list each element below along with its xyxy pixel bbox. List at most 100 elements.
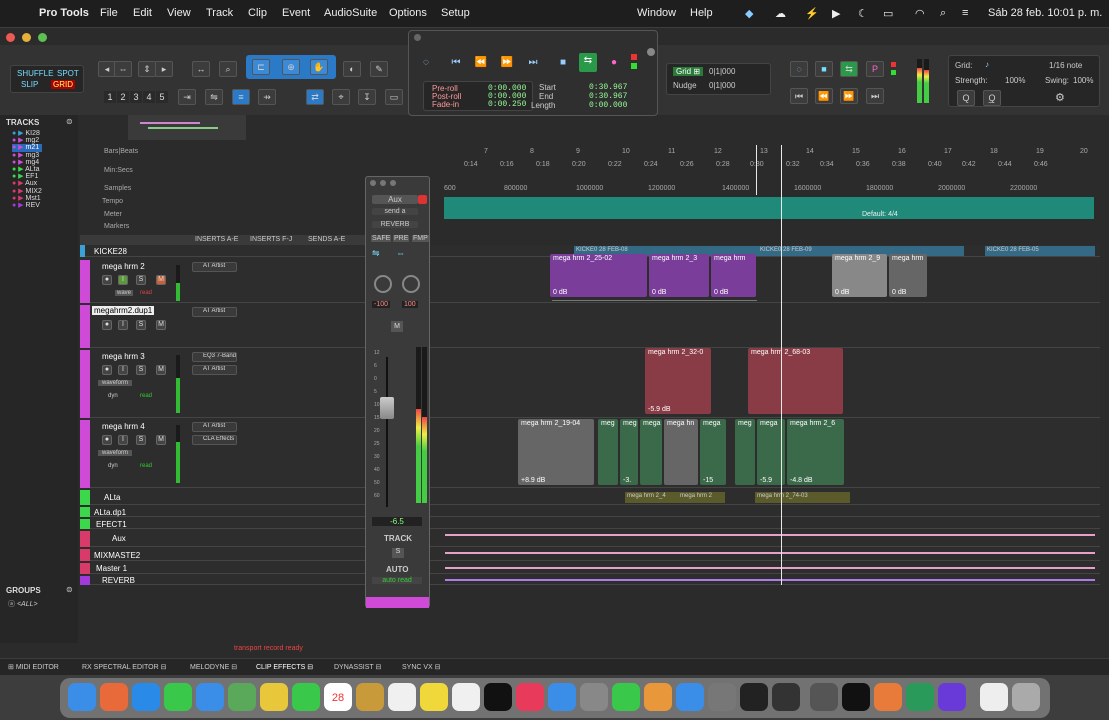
link-timeline-icon[interactable]: ⇋ [205, 89, 223, 105]
track-name[interactable]: MIXMASTE2 [94, 551, 140, 560]
send-output-selector[interactable]: REVERB [372, 221, 418, 228]
meter-ruler-label[interactable]: Meter [104, 211, 122, 218]
track-name[interactable]: mega hrm 2 [102, 262, 145, 271]
track-list-item[interactable]: ● ▶ EF1 [12, 173, 42, 180]
mirror-midi-icon[interactable]: ⇄ [306, 89, 324, 105]
fadein-value[interactable]: 0:00.250 [488, 100, 526, 109]
clip-gain[interactable]: 0 dB [835, 289, 849, 296]
maps-icon[interactable] [228, 683, 256, 711]
punch-icon[interactable]: P [866, 61, 884, 77]
solo-button[interactable]: S [136, 435, 146, 445]
zoomer-tool-icon[interactable]: ↔ [192, 61, 210, 77]
mute-button[interactable]: M [156, 320, 166, 330]
tempo-ruler-label[interactable]: Tempo [102, 198, 123, 205]
selector-tool-icon[interactable]: ⊕ [282, 59, 300, 75]
magnify-icon[interactable]: ⌕ [219, 61, 237, 77]
gear-icon[interactable]: ⚙ [1055, 91, 1065, 104]
menu-event[interactable]: Event [282, 7, 310, 19]
insert-slot[interactable]: AT Artist [192, 262, 237, 272]
clip-gain[interactable]: -5.9 dB [648, 406, 671, 413]
track-name[interactable]: mega hrm 4 [102, 422, 145, 431]
audio-clip[interactable]: meg [735, 419, 755, 485]
wifi-icon[interactable]: ◠ [915, 7, 925, 20]
clip-gain[interactable]: 0 dB [714, 289, 728, 296]
grid-value[interactable]: 1/16 note [1049, 61, 1082, 70]
zoom-toggle-icon[interactable]: ▸ [155, 61, 173, 77]
fader-value[interactable]: -6.5 [372, 517, 422, 526]
pages-icon[interactable] [644, 683, 672, 711]
transport-close-button[interactable] [414, 34, 421, 41]
track-timebase[interactable]: dyn [108, 463, 118, 469]
clip-gain[interactable]: 0 dB [553, 289, 567, 296]
reminders-icon[interactable] [388, 683, 416, 711]
shuffle-mode[interactable]: SHUFFLE [17, 69, 53, 78]
track-list-item[interactable]: ● ▶ mg4 [12, 159, 42, 166]
rtz-icon[interactable]: ⏮ [790, 88, 808, 104]
playhead-line[interactable] [781, 145, 782, 585]
solo-button[interactable]: S [136, 320, 146, 330]
automation-mode-selector[interactable]: read [140, 393, 152, 399]
loop-icon[interactable]: ◌ [790, 61, 808, 77]
grid-value-display[interactable]: 0|1|000 [709, 67, 735, 76]
track-name-editing[interactable]: megahrm2.dup1 [92, 306, 155, 315]
automation-mode-selector[interactable]: read [140, 463, 152, 469]
stop-icon[interactable]: ■ [554, 55, 572, 71]
sublime-icon[interactable] [874, 683, 902, 711]
audio-clip[interactable]: mega hrm 0 dB [711, 254, 756, 297]
creative-cloud-icon[interactable]: ☁ [775, 7, 786, 20]
battery-icon[interactable]: ▭ [883, 7, 893, 20]
universe-overview[interactable] [128, 115, 246, 140]
transport-expand-button[interactable] [647, 48, 655, 56]
nudge-label[interactable]: Nudge [673, 81, 697, 90]
zoom-preset-4[interactable]: 4 [143, 91, 155, 103]
menu-options[interactable]: Options [389, 7, 427, 19]
menu-window[interactable]: Window [637, 7, 676, 19]
menu-edit[interactable]: Edit [133, 7, 152, 19]
slip-mode[interactable]: SLIP [21, 80, 38, 89]
end-value[interactable]: 0:30.967 [589, 92, 627, 101]
track-timebase[interactable]: dyn [108, 393, 118, 399]
menu-track[interactable]: Track [206, 7, 233, 19]
automation-mode-selector[interactable]: auto read [372, 577, 422, 584]
app-store-icon[interactable] [676, 683, 704, 711]
zoom-preset-1[interactable]: 1 [104, 91, 116, 103]
record-enable-button[interactable]: ● [102, 435, 112, 445]
system-settings-icon[interactable] [708, 683, 736, 711]
audio-clip[interactable]: mega hrm 2_25-02 0 dB [550, 254, 647, 297]
menu-setup[interactable]: Setup [441, 7, 470, 19]
send-selector[interactable]: send a [372, 208, 418, 215]
tab-sync-vx[interactable]: SYNC VX ⊟ [402, 663, 441, 671]
insert-slot[interactable]: CLA Effects [192, 435, 237, 445]
markers-ruler-label[interactable]: Markers [104, 223, 129, 230]
track-list-item[interactable]: ● ▶ mg3 [12, 152, 42, 159]
stereo-link-icon[interactable]: ⇔ [396, 248, 405, 258]
clip-gain[interactable]: +8.9 dB [521, 477, 545, 484]
track-list-item[interactable]: ● ▶ m21 [12, 144, 42, 152]
trash-icon[interactable] [1012, 683, 1040, 711]
audio-clip[interactable]: mega hrm 2_3 0 dB [649, 254, 709, 297]
return-to-zero-icon[interactable]: ⏮ [447, 55, 465, 71]
close-button[interactable] [6, 33, 15, 42]
pan-right-value[interactable]: 100 [402, 301, 418, 308]
track-list-item[interactable]: ● ▶ mg2 [12, 137, 42, 144]
menu-audiosuite[interactable]: AudioSuite [324, 7, 377, 19]
spreadsheet-icon[interactable] [906, 683, 934, 711]
clip-gain[interactable]: -5.9 [760, 477, 772, 484]
photos-icon[interactable] [260, 683, 288, 711]
tv-icon[interactable] [484, 683, 512, 711]
track-name[interactable]: REVERB [102, 576, 135, 585]
launchpad-icon[interactable] [100, 683, 128, 711]
freeform-icon[interactable] [452, 683, 480, 711]
audio-clip[interactable]: mega hrm 2_68-03 [748, 348, 843, 414]
document-icon[interactable] [980, 683, 1008, 711]
track-list-item[interactable]: ● ▶ Mst1 [12, 195, 42, 202]
audio-app-icon[interactable] [740, 683, 768, 711]
audio-clip[interactable]: mega [640, 419, 662, 485]
audio-clip[interactable]: mega hrm 2_9 0 dB [832, 254, 887, 297]
mixer-minimize-button[interactable] [380, 180, 386, 186]
audio-clip[interactable]: mega hrm 2_4 mega hrm 2 [625, 492, 725, 503]
play-icon-loop[interactable]: ⇆ [579, 53, 597, 72]
audio-clip[interactable]: KICKE0 28 FEB-05 [985, 246, 1095, 256]
menu-clip[interactable]: Clip [248, 7, 267, 19]
notes-brown-icon[interactable] [356, 683, 384, 711]
